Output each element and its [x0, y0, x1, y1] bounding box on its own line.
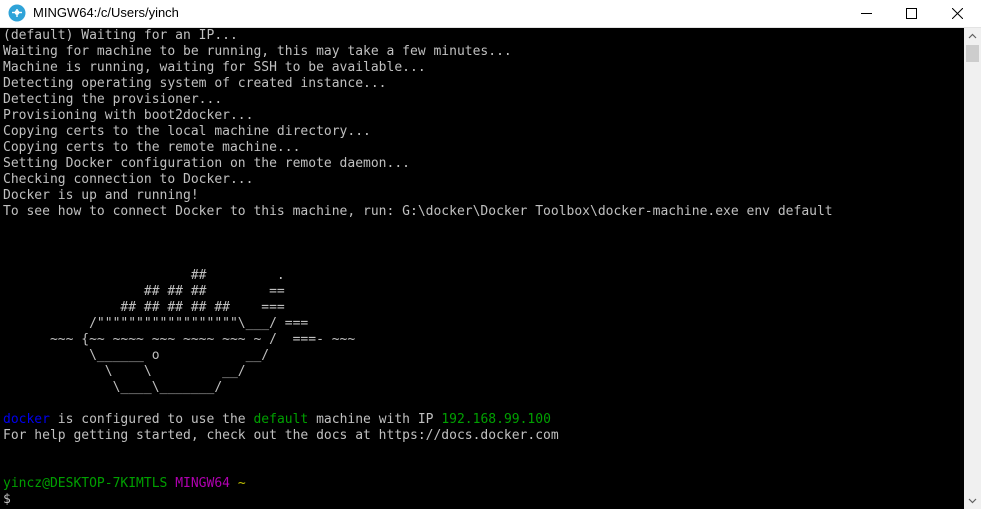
ascii-whale-line: \______ o __/: [3, 348, 270, 363]
output-line: Copying certs to the remote machine...: [3, 140, 301, 155]
close-icon: [952, 8, 963, 19]
prompt-symbol: $: [3, 492, 11, 507]
output-line: Copying certs to the local machine direc…: [3, 124, 371, 139]
terminal-output[interactable]: (default) Waiting for an IP... Waiting f…: [0, 28, 964, 509]
docker-status-line: docker is configured to use the default …: [3, 412, 551, 428]
ascii-whale-line: ## ## ## ==: [3, 284, 285, 299]
ascii-whale-line: ~~~ {~~ ~~~~ ~~~ ~~~~ ~~~ ~ / ===- ~~~: [3, 332, 356, 347]
output-line: Detecting the provisioner...: [3, 92, 223, 107]
title-bar[interactable]: MINGW64:/c/Users/yinch: [0, 0, 981, 28]
arrow-down-icon: [968, 498, 977, 504]
prompt-path: ~: [237, 476, 246, 491]
status-text: is configured to use the: [49, 412, 254, 427]
minimize-icon: [861, 13, 872, 14]
ascii-whale-line: ## ## ## ## ## ===: [3, 300, 285, 315]
status-text: machine with IP: [308, 412, 442, 427]
output-line: To see how to connect Docker to this mac…: [3, 204, 833, 219]
output-line: (default) Waiting for an IP...: [3, 28, 238, 43]
machine-name: default: [253, 412, 309, 427]
window-title: MINGW64:/c/Users/yinch: [33, 5, 179, 20]
output-line: Setting Docker configuration on the remo…: [3, 156, 410, 171]
prompt-env: MINGW64: [175, 476, 230, 491]
mingw-app-icon: [8, 4, 26, 22]
machine-ip: 192.168.99.100: [441, 412, 551, 427]
ascii-whale-line: ## .: [3, 268, 285, 283]
ascii-whale-line: \ \ __/: [3, 364, 246, 379]
minimize-button[interactable]: [844, 0, 890, 27]
docker-name: docker: [3, 412, 50, 427]
arrow-up-icon: [968, 33, 977, 39]
output-line: Machine is running, waiting for SSH to b…: [3, 60, 426, 75]
prompt-user-host: yincz@DESKTOP-7KIMTLS: [3, 476, 168, 491]
scroll-thumb[interactable]: [966, 45, 979, 62]
maximize-button[interactable]: [889, 0, 935, 27]
command-input-line[interactable]: $: [3, 492, 11, 508]
output-line: Waiting for machine to be running, this …: [3, 44, 512, 59]
scroll-up-button[interactable]: [964, 28, 981, 45]
terminal-window: MINGW64:/c/Users/yinch (default) Waiting…: [0, 0, 981, 509]
output-line: Checking connection to Docker...: [3, 172, 254, 187]
output-line: Detecting operating system of created in…: [3, 76, 387, 91]
ascii-whale-line: \____\_______/: [3, 380, 223, 395]
ascii-whale-line: /""""""""""""""""""\___/ ===: [3, 316, 309, 331]
scroll-down-button[interactable]: [964, 492, 981, 509]
close-button[interactable]: [935, 0, 981, 27]
output-line: Provisioning with boot2docker...: [3, 108, 254, 123]
vertical-scrollbar[interactable]: [964, 28, 981, 509]
prompt-line: yincz@DESKTOP-7KIMTLS MINGW64 ~: [3, 476, 246, 492]
help-line: For help getting started, check out the …: [3, 428, 559, 443]
output-line: Docker is up and running!: [3, 188, 199, 203]
maximize-icon: [906, 8, 917, 19]
prompt-separator: [230, 476, 238, 491]
